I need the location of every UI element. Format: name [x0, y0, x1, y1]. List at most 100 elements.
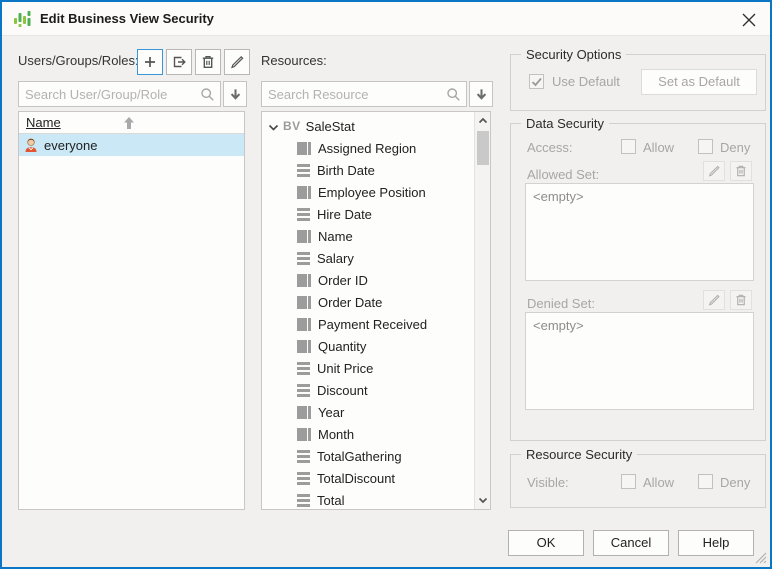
- security-options-legend: Security Options: [521, 46, 627, 63]
- field-icon: [297, 405, 311, 419]
- tree-item[interactable]: Salary: [262, 247, 490, 269]
- tree-item[interactable]: Hire Date: [262, 203, 490, 225]
- field-icon: [297, 295, 311, 309]
- edit-denied-set-button[interactable]: [703, 290, 725, 310]
- ok-button[interactable]: OK: [508, 530, 584, 556]
- tree-item[interactable]: Year: [262, 401, 490, 423]
- trash-icon: [736, 294, 746, 306]
- visible-allow-checkbox[interactable]: [621, 474, 636, 489]
- field-icon: [297, 317, 311, 331]
- tree-item[interactable]: Order ID: [262, 269, 490, 291]
- tree-item[interactable]: Month: [262, 423, 490, 445]
- name-column-header[interactable]: Name: [26, 112, 61, 134]
- plus-icon: [145, 57, 155, 67]
- resource-tree: BV SaleStat Assigned Region Birth Date E…: [261, 111, 491, 510]
- field-icon: [297, 273, 311, 287]
- close-icon[interactable]: [738, 9, 760, 31]
- visible-allow-label: Allow: [643, 475, 675, 490]
- access-allow-label: Allow: [643, 140, 675, 155]
- delete-user-button[interactable]: [195, 49, 221, 75]
- measure-icon: [297, 207, 310, 221]
- pencil-icon: [708, 165, 720, 177]
- resource-tree-items: Assigned Region Birth Date Employee Posi…: [262, 137, 490, 509]
- allowed-set-box[interactable]: <empty>: [525, 183, 754, 281]
- resource-security-group: Resource Security Visible: Allow Deny: [510, 446, 766, 508]
- data-security-legend: Data Security: [521, 115, 610, 132]
- tree-item[interactable]: TotalGathering: [262, 445, 490, 467]
- visible-deny-checkbox[interactable]: [698, 474, 713, 489]
- dialog-title: Edit Business View Security: [40, 11, 214, 26]
- field-icon: [297, 229, 311, 243]
- help-button[interactable]: Help: [678, 530, 754, 556]
- tree-scrollbar[interactable]: [474, 112, 490, 509]
- title-bar: Edit Business View Security: [2, 2, 770, 36]
- field-icon: [297, 141, 311, 155]
- user-search-apply-button[interactable]: [223, 81, 247, 107]
- chevron-down-icon[interactable]: [268, 121, 279, 132]
- tree-item[interactable]: Unit Price: [262, 357, 490, 379]
- field-icon: [297, 427, 311, 441]
- business-view-icon: BV: [283, 119, 301, 133]
- use-default-checkbox[interactable]: [529, 74, 544, 89]
- measure-icon: [297, 471, 310, 485]
- add-user-button[interactable]: [137, 49, 163, 75]
- scrollbar-thumb[interactable]: [477, 131, 489, 165]
- resource-search-input[interactable]: [268, 82, 442, 106]
- measure-icon: [297, 493, 310, 507]
- tree-item[interactable]: TotalDiscount: [262, 467, 490, 489]
- person-icon: [23, 137, 39, 153]
- allowed-set-value: <empty>: [533, 189, 584, 204]
- tree-root-salestat[interactable]: BV SaleStat: [262, 115, 490, 137]
- tree-item[interactable]: Order Date: [262, 291, 490, 313]
- app-logo-icon: [13, 10, 31, 28]
- use-default-label: Use Default: [552, 74, 620, 89]
- measure-icon: [297, 383, 310, 397]
- field-icon: [297, 339, 311, 353]
- tree-item[interactable]: Assigned Region: [262, 137, 490, 159]
- denied-set-value: <empty>: [533, 318, 584, 333]
- access-deny-label: Deny: [720, 140, 751, 155]
- resource-search-apply-button[interactable]: [469, 81, 493, 107]
- edit-user-button[interactable]: [224, 49, 250, 75]
- pencil-icon: [231, 55, 244, 69]
- tree-root-label: SaleStat: [305, 118, 355, 134]
- move-user-button[interactable]: [166, 49, 192, 75]
- scroll-down-icon[interactable]: [477, 494, 489, 506]
- measure-icon: [297, 449, 310, 463]
- search-icon: [200, 87, 215, 102]
- access-deny-checkbox[interactable]: [698, 139, 713, 154]
- denied-set-box[interactable]: <empty>: [525, 312, 754, 410]
- resize-grip[interactable]: [754, 551, 767, 564]
- tree-item[interactable]: Employee Position: [262, 181, 490, 203]
- cancel-button[interactable]: Cancel: [593, 530, 669, 556]
- visible-deny-label: Deny: [720, 475, 751, 490]
- delete-allowed-set-button[interactable]: [730, 161, 752, 181]
- delete-denied-set-button[interactable]: [730, 290, 752, 310]
- tree-item[interactable]: Birth Date: [262, 159, 490, 181]
- users-groups-roles-label: Users/Groups/Roles:: [18, 53, 139, 68]
- tree-item[interactable]: Discount: [262, 379, 490, 401]
- field-icon: [297, 185, 311, 199]
- tree-item[interactable]: Payment Received: [262, 313, 490, 335]
- set-as-default-button[interactable]: Set as Default: [641, 69, 757, 95]
- sort-ascending-icon: [122, 116, 136, 130]
- data-security-group: Data Security Access: Allow Deny Allowed…: [510, 115, 766, 441]
- user-search-input[interactable]: [25, 82, 196, 106]
- users-list-header[interactable]: Name: [19, 112, 244, 134]
- users-list: Name everyone: [18, 111, 245, 510]
- pencil-icon: [708, 294, 720, 306]
- access-allow-checkbox[interactable]: [621, 139, 636, 154]
- export-arrow-icon: [173, 56, 186, 68]
- search-icon: [446, 87, 461, 102]
- arrow-down-icon: [230, 88, 240, 100]
- tree-item[interactable]: Name: [262, 225, 490, 247]
- tree-item[interactable]: Total: [262, 489, 490, 509]
- edit-allowed-set-button[interactable]: [703, 161, 725, 181]
- resource-search-box: [261, 81, 467, 107]
- user-row-everyone[interactable]: everyone: [19, 134, 244, 156]
- scroll-up-icon[interactable]: [477, 115, 489, 127]
- visible-label: Visible:: [527, 475, 569, 490]
- allowed-set-label: Allowed Set:: [527, 167, 600, 182]
- tree-item[interactable]: Quantity: [262, 335, 490, 357]
- resource-security-legend: Resource Security: [521, 446, 638, 463]
